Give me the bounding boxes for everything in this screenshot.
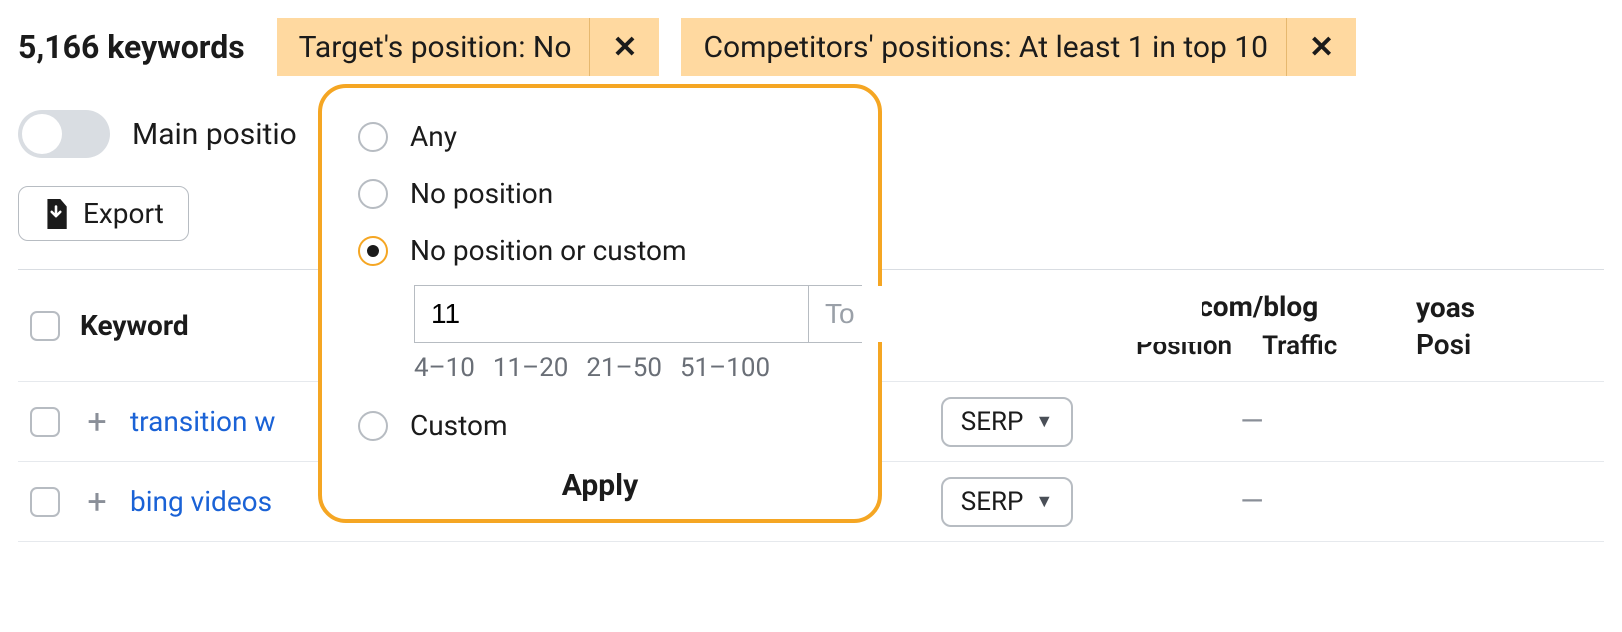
toggle-knob [22, 114, 62, 154]
option-label: No position [410, 177, 553, 210]
serp-label: SERP [961, 407, 1024, 437]
preset-4-10[interactable]: 4–10 [414, 353, 475, 383]
chevron-down-icon: ▼ [1035, 411, 1053, 432]
apply-button[interactable]: Apply [358, 454, 842, 513]
col-position: Posi [1416, 328, 1471, 361]
option-custom[interactable]: Custom [358, 397, 842, 454]
option-label: Any [410, 120, 457, 153]
radio-icon [358, 236, 388, 266]
option-no-position[interactable]: No position [358, 165, 842, 222]
radio-icon [358, 179, 388, 209]
custom-range [414, 285, 862, 343]
radio-icon [358, 411, 388, 441]
position-value: — [1240, 404, 1263, 439]
preset-21-50[interactable]: 21–50 [586, 353, 662, 383]
keyword-count: 5,166 keywords [18, 28, 245, 66]
competitor-domain: yoas [1416, 291, 1475, 324]
option-label: Custom [410, 409, 508, 442]
filter-chip-label: Competitors' positions: At least 1 in to… [703, 30, 1286, 65]
serp-dropdown[interactable]: SERP ▼ [941, 397, 1073, 447]
range-to-input[interactable] [809, 286, 1202, 342]
export-button[interactable]: Export [18, 186, 189, 241]
export-label: Export [83, 197, 164, 230]
serp-label: SERP [961, 487, 1024, 517]
row-checkbox[interactable] [30, 407, 60, 437]
range-from-input[interactable] [415, 286, 809, 342]
expand-icon[interactable]: + [72, 402, 122, 442]
filter-chip-target-position[interactable]: Target's position: No ✕ [277, 18, 660, 76]
option-any[interactable]: Any [358, 108, 842, 165]
filter-chip-label: Target's position: No [299, 30, 590, 65]
option-label: No position or custom [410, 234, 687, 267]
main-position-toggle[interactable] [18, 110, 110, 158]
range-presets: 4–10 11–20 21–50 51–100 [414, 353, 842, 383]
position-value: — [1240, 484, 1263, 519]
close-icon[interactable]: ✕ [1286, 18, 1356, 76]
main-position-label: Main positio [132, 117, 297, 152]
option-no-position-or-custom[interactable]: No position or custom [358, 222, 842, 279]
preset-51-100[interactable]: 51–100 [680, 353, 770, 383]
close-icon[interactable]: ✕ [589, 18, 659, 76]
filter-chip-competitors-positions[interactable]: Competitors' positions: At least 1 in to… [681, 18, 1356, 76]
preset-11-20[interactable]: 11–20 [493, 353, 569, 383]
expand-icon[interactable]: + [72, 482, 122, 522]
radio-icon [358, 122, 388, 152]
col-traffic: Traffic [1262, 331, 1337, 361]
select-all-checkbox[interactable] [30, 311, 60, 341]
col-competitor-2[interactable]: yoas Posi [1392, 291, 1532, 361]
target-position-dropdown: Any No position No position or custom 4–… [318, 84, 882, 523]
chevron-down-icon: ▼ [1035, 491, 1053, 512]
filter-bar: 5,166 keywords Target's position: No ✕ C… [18, 18, 1604, 76]
download-icon [43, 199, 69, 229]
row-checkbox[interactable] [30, 487, 60, 517]
serp-dropdown[interactable]: SERP ▼ [941, 477, 1073, 527]
